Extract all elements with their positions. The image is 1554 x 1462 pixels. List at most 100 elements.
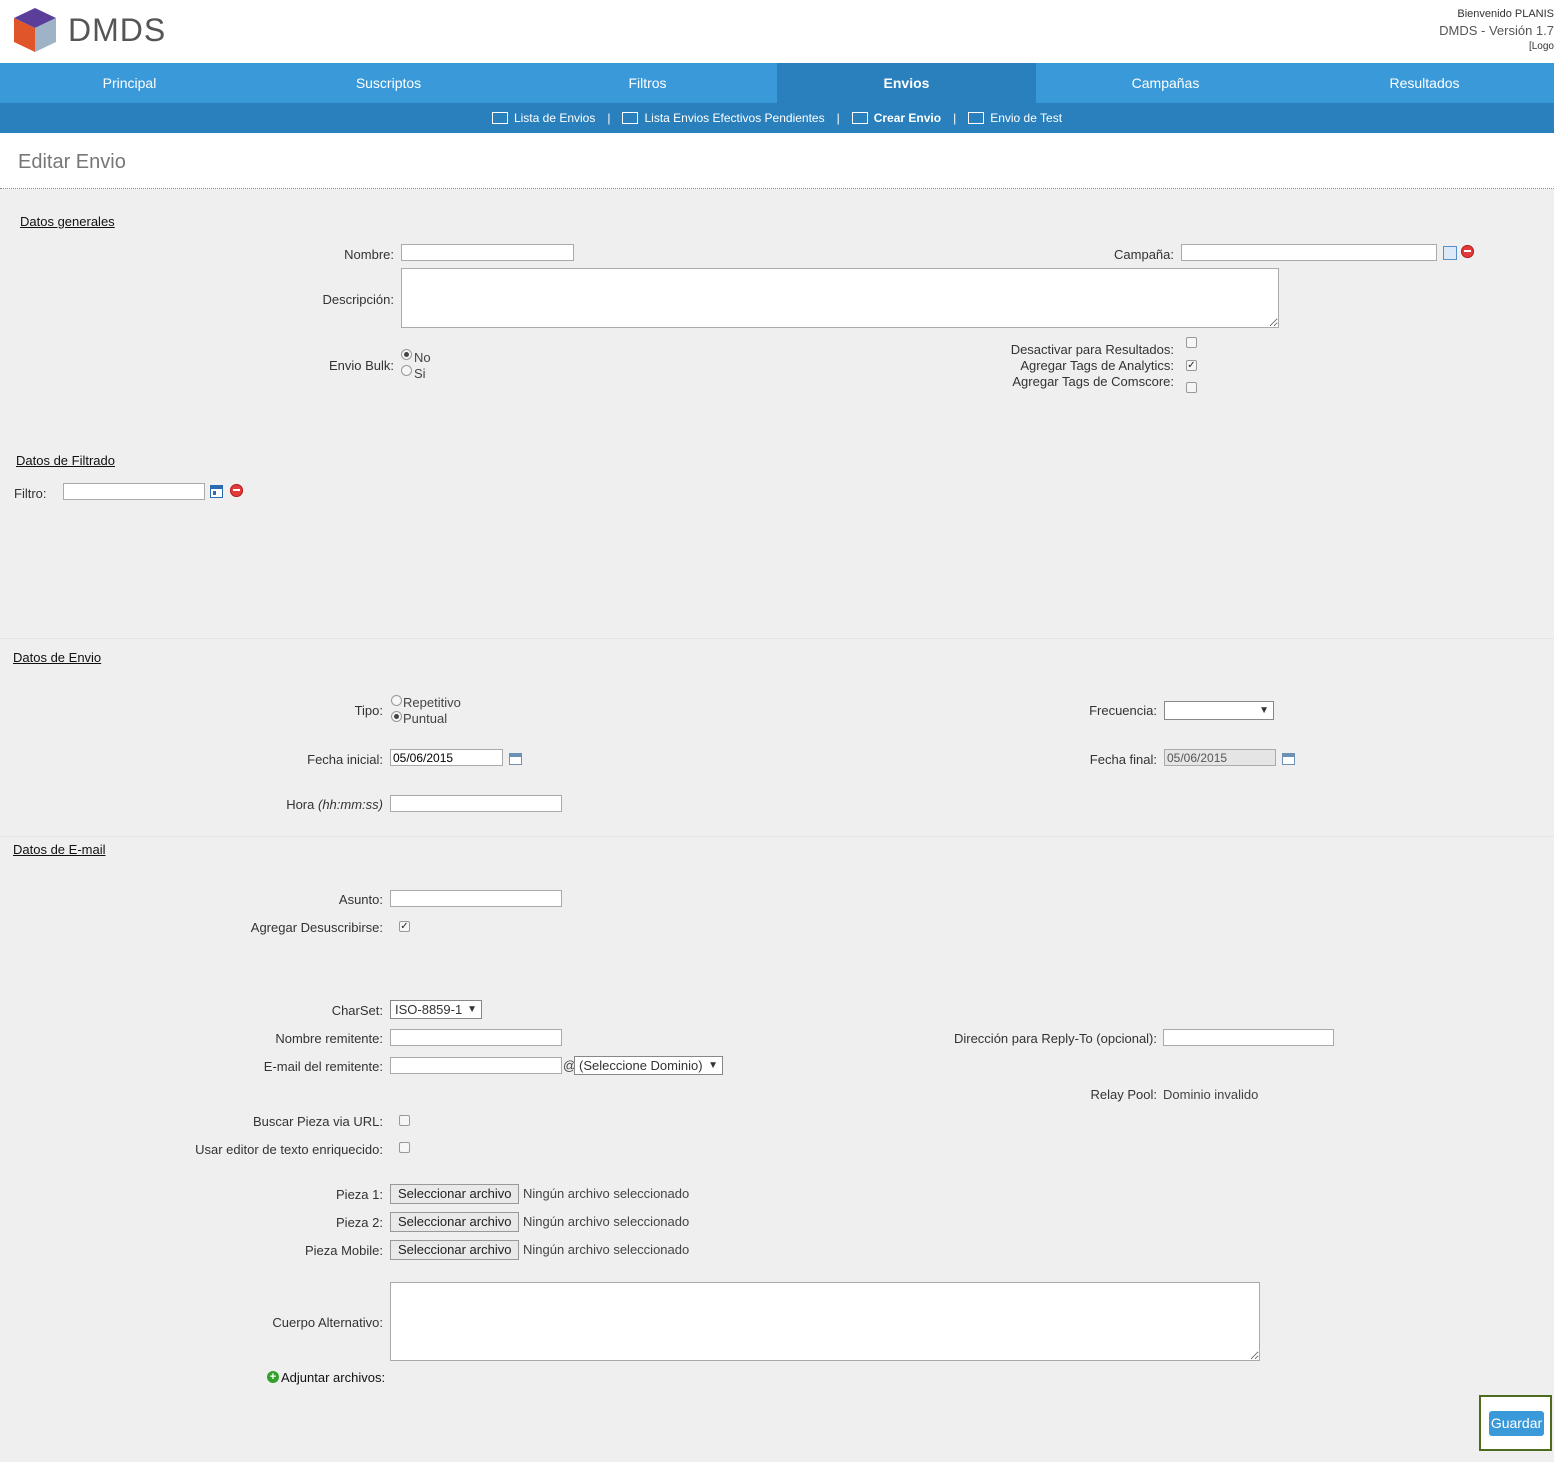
asunto-input[interactable]	[390, 890, 562, 907]
campana-input[interactable]	[1181, 244, 1437, 261]
nombre-label: Nombre:	[344, 247, 394, 262]
section-datos-email: Datos de E-mail	[13, 842, 106, 857]
dominio-select[interactable]: (Seleccione Dominio) ▼	[574, 1056, 723, 1075]
tipo-label: Tipo:	[354, 703, 383, 718]
fecha-final-input[interactable]	[1164, 749, 1276, 766]
sub-nav-separator: |	[607, 111, 611, 125]
chevron-down-icon: ▼	[1259, 705, 1269, 716]
chevron-down-icon: ▼	[467, 1004, 477, 1015]
tab-resultados[interactable]: Resultados	[1295, 63, 1554, 103]
envelope-plus-icon	[851, 112, 868, 124]
comscore-checkbox[interactable]	[1186, 382, 1197, 393]
section-datos-filtrado: Datos de Filtrado	[16, 453, 115, 468]
tab-principal[interactable]: Principal	[0, 63, 259, 103]
bulk-si-radio[interactable]	[401, 365, 412, 376]
pieza-mobile-file-status: Ningún archivo seleccionado	[523, 1242, 690, 1257]
hora-label-wrap: Hora (hh:mm:ss)	[286, 797, 383, 812]
guardar-button[interactable]: Guardar	[1489, 1411, 1544, 1436]
editor-enriquecido-checkbox[interactable]	[399, 1142, 410, 1153]
email-remitente-label: E-mail del remitente:	[263, 1059, 383, 1074]
frecuencia-label: Frecuencia:	[1089, 703, 1157, 718]
printer-icon	[622, 112, 639, 124]
hora-hint: (hh:mm:ss)	[318, 797, 383, 812]
relay-pool-value: Dominio invalido	[1163, 1087, 1259, 1102]
bulk-no-label: No	[414, 350, 431, 365]
divider	[0, 836, 1554, 837]
desuscribirse-label: Agregar Desuscribirse:	[250, 920, 383, 935]
calendar-icon[interactable]	[1282, 753, 1295, 765]
hora-label: Hora	[286, 797, 315, 812]
page-title: Editar Envio	[18, 151, 126, 173]
window-icon[interactable]	[210, 485, 223, 498]
pieza1-file-button[interactable]: Seleccionar archivo	[390, 1184, 520, 1204]
version-text: DMDS - Versión 1.7	[1439, 23, 1554, 38]
desactivar-resultados-label: Desactivar para Resultados:	[1010, 342, 1174, 357]
reply-to-label: Dirección para Reply-To (opcional):	[953, 1031, 1157, 1046]
chevron-down-icon: ▼	[708, 1060, 718, 1071]
nombre-remitente-label: Nombre remitente:	[275, 1031, 383, 1046]
section-datos-envio: Datos de Envio	[13, 650, 102, 665]
fecha-inicial-label: Fecha inicial:	[307, 752, 383, 767]
sub-link-crear-envio-label: Crear Envio	[873, 111, 942, 125]
tipo-repetitivo-label: Repetitivo	[403, 695, 461, 710]
envio-bulk-label: Envio Bulk:	[328, 358, 394, 373]
pieza1-label: Pieza 1:	[336, 1187, 383, 1202]
cuerpo-alternativo-label: Cuerpo Alternativo:	[272, 1315, 383, 1330]
sub-nav-separator: |	[836, 111, 840, 125]
analytics-label: Agregar Tags de Analytics:	[1020, 358, 1174, 373]
logout-link[interactable]: [Logo	[1529, 41, 1554, 52]
sub-link-envio-test[interactable]: Envio de Test	[968, 111, 1062, 125]
charset-select[interactable]: ISO-8859-1 ▼	[390, 1000, 482, 1019]
sub-link-crear-envio[interactable]: Crear Envio	[851, 111, 942, 125]
pieza-mobile-file-button[interactable]: Seleccionar archivo	[390, 1240, 520, 1260]
cuerpo-alternativo-textarea[interactable]	[390, 1282, 1260, 1361]
fecha-inicial-input[interactable]	[390, 749, 503, 766]
sub-nav-separator: |	[953, 111, 957, 125]
filtro-input[interactable]	[63, 483, 205, 500]
sub-link-lista-pendientes[interactable]: Lista Envios Efectivos Pendientes	[622, 111, 825, 125]
calendar-icon[interactable]	[509, 753, 522, 765]
pieza1-file-status: Ningún archivo seleccionado	[523, 1186, 690, 1201]
tab-filtros[interactable]: Filtros	[518, 63, 777, 103]
nombre-remitente-input[interactable]	[390, 1029, 562, 1046]
delete-icon[interactable]	[230, 484, 243, 497]
bulk-no-radio[interactable]	[401, 349, 412, 360]
email-remitente-input[interactable]	[390, 1057, 562, 1074]
sub-link-lista-envios-label: Lista de Envios	[513, 111, 596, 125]
add-icon[interactable]: +	[267, 1371, 279, 1383]
welcome-text: Bienvenido PLANIS	[1457, 8, 1554, 20]
tipo-puntual-radio[interactable]	[391, 711, 402, 722]
tab-campanas[interactable]: Campañas	[1036, 63, 1295, 103]
filtro-label: Filtro:	[14, 486, 47, 501]
descripcion-label: Descripción:	[322, 292, 394, 307]
tab-suscriptos[interactable]: Suscriptos	[259, 63, 518, 103]
title-band: Editar Envio	[0, 133, 1554, 189]
adjuntar-archivos-link[interactable]: Adjuntar archivos:	[281, 1370, 385, 1385]
logo-cube-icon	[14, 8, 56, 52]
tab-envios[interactable]: Envios	[777, 63, 1036, 103]
charset-value: ISO-8859-1	[395, 1002, 463, 1017]
tipo-repetitivo-radio[interactable]	[391, 695, 402, 706]
divider	[0, 638, 1554, 639]
envelope-check-icon	[968, 112, 985, 124]
sub-nav: Lista de Envios | Lista Envios Efectivos…	[0, 103, 1554, 133]
logo-text: DMDS	[68, 12, 167, 48]
pieza2-file-button[interactable]: Seleccionar archivo	[390, 1212, 520, 1232]
frecuencia-select[interactable]: ▼	[1164, 701, 1274, 720]
buscar-pieza-checkbox[interactable]	[399, 1115, 410, 1126]
analytics-checkbox[interactable]: ✓	[1186, 360, 1197, 371]
editor-enriquecido-label: Usar editor de texto enriquecido:	[195, 1142, 383, 1157]
desactivar-resultados-checkbox[interactable]	[1186, 337, 1197, 348]
descripcion-textarea[interactable]	[401, 268, 1279, 328]
delete-icon[interactable]	[1461, 245, 1474, 258]
nombre-input[interactable]	[401, 244, 574, 261]
tipo-puntual-label: Puntual	[403, 711, 448, 726]
hora-input[interactable]	[390, 795, 562, 812]
relay-pool-label: Relay Pool:	[1090, 1087, 1157, 1102]
sub-link-lista-envios[interactable]: Lista de Envios	[491, 111, 596, 125]
desuscribirse-checkbox[interactable]: ✓	[399, 921, 410, 932]
comscore-label: Agregar Tags de Comscore:	[1012, 374, 1174, 389]
reply-to-input[interactable]	[1163, 1029, 1334, 1046]
section-datos-generales: Datos generales	[20, 214, 115, 229]
list-icon[interactable]	[1443, 246, 1457, 260]
